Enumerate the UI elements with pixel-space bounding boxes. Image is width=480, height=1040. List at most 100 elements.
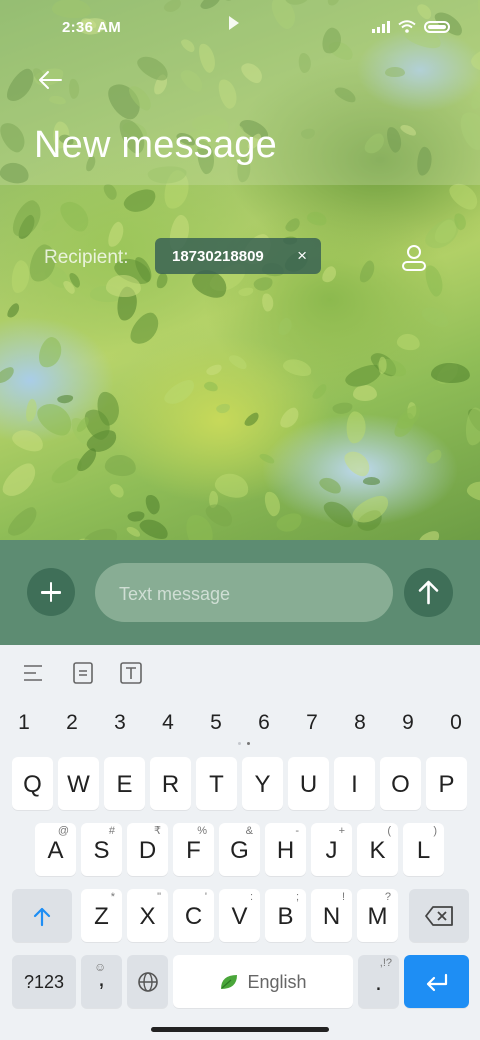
clipboard-icon (73, 662, 93, 684)
language-key[interactable] (127, 955, 168, 1008)
key-j[interactable]: + J (311, 823, 352, 876)
key-label: V (231, 903, 248, 930)
key-m[interactable]: ? M (357, 889, 398, 942)
key-e[interactable]: E (104, 757, 145, 810)
number-key-9[interactable]: 9 (396, 711, 420, 735)
clipboard-button[interactable] (71, 661, 95, 685)
number-key-1[interactable]: 1 (12, 711, 36, 735)
key-hint: ' (204, 891, 207, 903)
page-indicator (236, 742, 252, 747)
key-y[interactable]: Y (242, 757, 283, 810)
back-button[interactable] (34, 64, 66, 96)
remove-recipient-button[interactable]: × (297, 246, 307, 266)
key-r[interactable]: R (150, 757, 191, 810)
key-hint: : (249, 891, 253, 903)
key-label: F (186, 837, 201, 864)
number-key-2[interactable]: 2 (60, 711, 84, 735)
cellular-signal-icon (372, 20, 390, 33)
recipient-number: 18730218809 (172, 247, 264, 265)
key-label: R (161, 771, 180, 798)
lines-icon (24, 665, 42, 681)
key-label: L (416, 837, 431, 864)
message-input[interactable]: Text message (95, 563, 393, 622)
key-hint: ₹ (154, 825, 161, 837)
key-a[interactable]: @ A (35, 823, 76, 876)
battery-icon (424, 20, 450, 33)
backspace-icon (425, 906, 453, 926)
number-key-3[interactable]: 3 (108, 711, 132, 735)
key-hint: - (295, 825, 299, 837)
key-label: Z (94, 903, 109, 930)
arrow-up-icon (418, 580, 439, 605)
number-key-0[interactable]: 0 (444, 711, 468, 735)
home-indicator[interactable] (151, 1027, 329, 1032)
key-n[interactable]: ! N (311, 889, 352, 942)
number-key-7[interactable]: 7 (300, 711, 324, 735)
attach-button[interactable] (27, 568, 75, 616)
key-s[interactable]: # S (81, 823, 122, 876)
symbols-key[interactable]: ?123 (12, 955, 76, 1008)
key-f[interactable]: % F (173, 823, 214, 876)
key-z[interactable]: * Z (81, 889, 122, 942)
key-t[interactable]: T (196, 757, 237, 810)
key-o[interactable]: O (380, 757, 421, 810)
key-l[interactable]: ) L (403, 823, 444, 876)
key-v[interactable]: :V (219, 889, 260, 942)
key-hint: @ (57, 825, 69, 837)
key-hint: & (245, 825, 253, 837)
globe-icon (137, 972, 158, 992)
key-label: J (325, 837, 338, 864)
key-label: I (351, 771, 358, 798)
notification-icon (226, 14, 242, 37)
key-x[interactable]: " X (127, 889, 168, 942)
key-hint: * (110, 891, 115, 903)
key-hint: + (338, 825, 345, 837)
key-hint: ! (341, 891, 345, 903)
text-format-button[interactable] (22, 661, 46, 685)
number-key-6[interactable]: 6 (252, 711, 276, 735)
key-b[interactable]: ; B (265, 889, 306, 942)
send-button[interactable] (404, 568, 453, 617)
key-label: G (230, 837, 249, 864)
key-label: D (138, 837, 157, 864)
arrow-left-icon (39, 71, 62, 89)
period-key[interactable]: ,!? . (358, 955, 399, 1008)
key-u[interactable]: U (288, 757, 329, 810)
number-key-5[interactable]: 5 (204, 711, 228, 735)
key-hint: # (108, 825, 115, 837)
key-label: K (369, 837, 386, 864)
key-d[interactable]: ₹ D (127, 823, 168, 876)
key-label: O (391, 771, 410, 798)
key-label: A (47, 837, 64, 864)
shift-key[interactable] (12, 889, 72, 942)
key-hint: ) (433, 825, 437, 837)
number-key-4[interactable]: 4 (156, 711, 180, 735)
number-row: 1234567890 (0, 711, 480, 737)
recipient-chip[interactable]: 18730218809 × (155, 238, 321, 274)
key-label: Y (254, 771, 271, 798)
key-w[interactable]: W (58, 757, 99, 810)
key-h[interactable]: -H (265, 823, 306, 876)
key-label: N (322, 903, 341, 930)
key-p[interactable]: P (426, 757, 467, 810)
key-label: B (277, 903, 294, 930)
comma-key[interactable]: ☺ , (81, 955, 122, 1008)
key-hint: ; (295, 891, 299, 903)
backspace-key[interactable] (409, 889, 469, 942)
key-hint: ( (387, 825, 391, 837)
space-key[interactable]: English (173, 955, 353, 1008)
key-g[interactable]: & G (219, 823, 260, 876)
key-i[interactable]: I (334, 757, 375, 810)
key-q[interactable]: Q (12, 757, 53, 810)
number-key-8[interactable]: 8 (348, 711, 372, 735)
status-time: 2:36 AM (62, 19, 122, 36)
key-hint: " (157, 891, 161, 903)
add-contact-button[interactable] (398, 242, 430, 274)
key-label: T (209, 771, 224, 798)
contact-icon (402, 245, 426, 271)
comma-label: , (98, 965, 105, 992)
text-tool-button[interactable] (119, 661, 143, 685)
key-k[interactable]: (K (357, 823, 398, 876)
key-c[interactable]: ' C (173, 889, 214, 942)
enter-key[interactable] (404, 955, 469, 1008)
